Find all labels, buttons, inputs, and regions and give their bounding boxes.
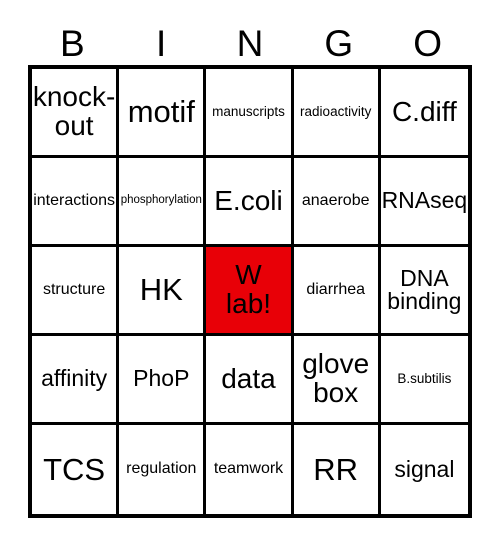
bingo-cell-label: TCS bbox=[43, 451, 106, 487]
bingo-cell-label: HK bbox=[139, 272, 183, 308]
bingo-cell-label: W lab! bbox=[225, 259, 272, 319]
bingo-header-letter-b: B bbox=[60, 23, 85, 64]
bingo-cell-r1c3[interactable]: manuscripts bbox=[206, 69, 294, 158]
bingo-cell-r2c5[interactable]: RNAseq bbox=[380, 158, 468, 247]
bingo-cell-label: RR bbox=[313, 451, 359, 487]
bingo-cell-label: RNAseq bbox=[381, 187, 468, 214]
bingo-cell-label: structure bbox=[42, 280, 106, 298]
bingo-cell-r5c3[interactable]: teamwork bbox=[206, 425, 294, 514]
bingo-cell-label: B.subtilis bbox=[397, 371, 452, 387]
bingo-header: BINGO bbox=[28, 22, 472, 65]
bingo-cell-label: motif bbox=[127, 94, 195, 130]
bingo-cell-r1c5[interactable]: C.diff bbox=[380, 69, 468, 158]
bingo-cell-free-space-marked[interactable]: W lab! bbox=[206, 247, 294, 336]
bingo-header-letter-g: G bbox=[324, 23, 354, 64]
bingo-cell-label: anaerobe bbox=[301, 191, 370, 209]
bingo-cell-r3c2[interactable]: HK bbox=[119, 247, 207, 336]
bingo-cell-label: C.diff bbox=[391, 95, 457, 127]
bingo-cell-label: affinity bbox=[41, 365, 108, 392]
bingo-cell-r3c4[interactable]: diarrhea bbox=[293, 247, 381, 336]
bingo-cell-r5c4[interactable]: RR bbox=[293, 425, 381, 514]
bingo-cell-label: DNA binding bbox=[387, 264, 462, 314]
bingo-cell-label: E.coli bbox=[214, 184, 283, 216]
bingo-cell-r3c1[interactable]: structure bbox=[32, 247, 120, 336]
bingo-cell-r5c5[interactable]: signal bbox=[380, 425, 468, 514]
bingo-cell-label: manuscripts bbox=[212, 104, 285, 120]
bingo-cell-label: radioactivity bbox=[300, 104, 372, 120]
bingo-cell-r2c3[interactable]: E.coli bbox=[206, 158, 294, 247]
bingo-cell-label: regulation bbox=[126, 460, 197, 478]
bingo-cell-label: diarrhea bbox=[306, 280, 366, 298]
bingo-cell-label: phosphorylation bbox=[120, 194, 202, 207]
bingo-cell-label: knock- out bbox=[32, 81, 116, 141]
bingo-cell-label: glove box bbox=[302, 348, 370, 408]
bingo-cell-r5c2[interactable]: regulation bbox=[119, 425, 207, 514]
bingo-cell-label: signal bbox=[394, 455, 455, 482]
bingo-cell-r4c1[interactable]: affinity bbox=[32, 336, 120, 425]
bingo-grid: knock- out motif manuscripts radioactivity C… bbox=[28, 65, 472, 518]
bingo-cell-label: interactions bbox=[33, 191, 116, 209]
bingo-header-letter-o: O bbox=[413, 23, 442, 64]
bingo-cell-r4c5[interactable]: B.subtilis bbox=[380, 336, 468, 425]
bingo-cell-r5c1[interactable]: TCS bbox=[32, 425, 120, 514]
bingo-cell-r2c2[interactable]: phosphorylation bbox=[119, 158, 207, 247]
bingo-cell-label: teamwork bbox=[213, 460, 284, 478]
bingo-cell-r4c3[interactable]: data bbox=[206, 336, 294, 425]
bingo-cell-r1c2[interactable]: motif bbox=[119, 69, 207, 158]
bingo-cell-label: data bbox=[221, 362, 276, 394]
bingo-cell-r4c4[interactable]: glove box bbox=[293, 336, 381, 425]
bingo-cell-r1c1[interactable]: knock- out bbox=[32, 69, 120, 158]
bingo-cell-r2c4[interactable]: anaerobe bbox=[293, 158, 381, 247]
bingo-cell-r3c5[interactable]: DNA binding bbox=[380, 247, 468, 336]
bingo-cell-r4c2[interactable]: PhoP bbox=[119, 336, 207, 425]
bingo-cell-r2c1[interactable]: interactions bbox=[32, 158, 120, 247]
bingo-header-letter-i: I bbox=[156, 23, 167, 64]
bingo-cell-r1c4[interactable]: radioactivity bbox=[293, 69, 381, 158]
bingo-card: B I N G O knock- out motif manuscripts radioact… bbox=[0, 0, 501, 544]
bingo-cell-label: PhoP bbox=[133, 365, 190, 392]
bingo-header-letter-n: N bbox=[236, 23, 264, 64]
